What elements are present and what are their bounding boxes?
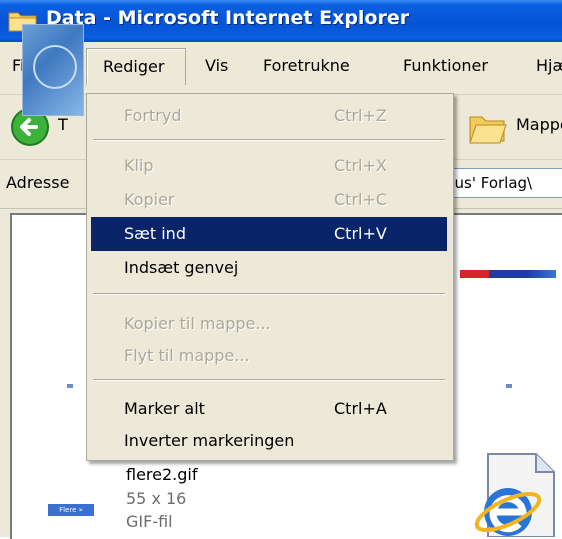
menu-item-label: Sæt ind: [124, 224, 186, 243]
menu-item-label: Kopier: [124, 190, 175, 209]
menu-funktioner[interactable]: Funktioner: [395, 48, 496, 84]
menu-item-klip[interactable]: Klip Ctrl+X: [91, 149, 447, 183]
menu-item-kopier[interactable]: Kopier Ctrl+C: [91, 183, 447, 217]
menu-item-label: Klip: [124, 156, 154, 175]
menu-bar: Filer Rediger Vis Foretrukne Funktioner …: [0, 42, 562, 95]
menu-item-shortcut: Ctrl+A: [334, 399, 387, 418]
address-input[interactable]: hus' Forlag\: [440, 168, 562, 198]
menu-item-kopier-til-mappe[interactable]: Kopier til mappe...: [91, 307, 447, 341]
menu-item-shortcut: Ctrl+X: [334, 156, 387, 175]
menu-item-indsaet-genvej[interactable]: Indsæt genvej: [91, 251, 447, 285]
back-label: T: [58, 115, 68, 134]
menu-item-fortryd[interactable]: Fortryd Ctrl+Z: [91, 99, 447, 133]
menu-item-shortcut: Ctrl+Z: [334, 106, 387, 125]
menu-item-label: Indsæt genvej: [124, 258, 239, 277]
thumbnail-image[interactable]: [506, 384, 512, 388]
edit-menu: Fortryd Ctrl+Z Klip Ctrl+X Kopier Ctrl+C…: [86, 93, 454, 461]
menu-item-label: Kopier til mappe...: [124, 314, 271, 333]
file-type: GIF-fil: [126, 512, 173, 531]
menu-item-shortcut: Ctrl+V: [334, 224, 387, 243]
file-name[interactable]: flere2.gif: [126, 465, 198, 484]
internet-explorer-icon[interactable]: [458, 452, 556, 537]
file-thumbnail[interactable]: Flere »: [48, 504, 94, 516]
menu-vis[interactable]: Vis: [197, 48, 236, 84]
address-label: Adresse: [6, 173, 70, 192]
thumbnail-image[interactable]: [460, 270, 556, 278]
menu-item-flyt-til-mappe[interactable]: Flyt til mappe...: [91, 339, 447, 373]
folders-label[interactable]: Mapper: [516, 115, 562, 134]
menu-separator: [93, 379, 445, 381]
menu-item-label: Flyt til mappe...: [124, 346, 250, 365]
menu-hjaelp[interactable]: Hjælp: [528, 48, 562, 84]
menu-item-shortcut: Ctrl+C: [334, 190, 388, 209]
menu-foretrukne[interactable]: Foretrukne: [255, 48, 358, 84]
title-bar[interactable]: Data - Microsoft Internet Explorer: [0, 0, 562, 42]
menu-item-marker-alt[interactable]: Marker alt Ctrl+A: [91, 392, 447, 426]
menu-item-label: Inverter markeringen: [124, 431, 295, 450]
folders-icon[interactable]: [466, 105, 510, 149]
thumbnail-image[interactable]: [22, 24, 84, 116]
menu-item-label: Marker alt: [124, 399, 205, 418]
menu-item-inverter-markeringen[interactable]: Inverter markeringen: [91, 424, 447, 458]
menu-item-saet-ind[interactable]: Sæt ind Ctrl+V: [91, 217, 447, 251]
menu-separator: [93, 139, 445, 141]
menu-rediger[interactable]: Rediger: [86, 48, 186, 85]
menu-item-label: Fortryd: [124, 106, 182, 125]
menu-separator: [93, 293, 445, 295]
file-dimensions: 55 x 16: [126, 489, 187, 508]
thumbnail-image[interactable]: [67, 384, 73, 388]
window-title: Data - Microsoft Internet Explorer: [46, 7, 410, 29]
